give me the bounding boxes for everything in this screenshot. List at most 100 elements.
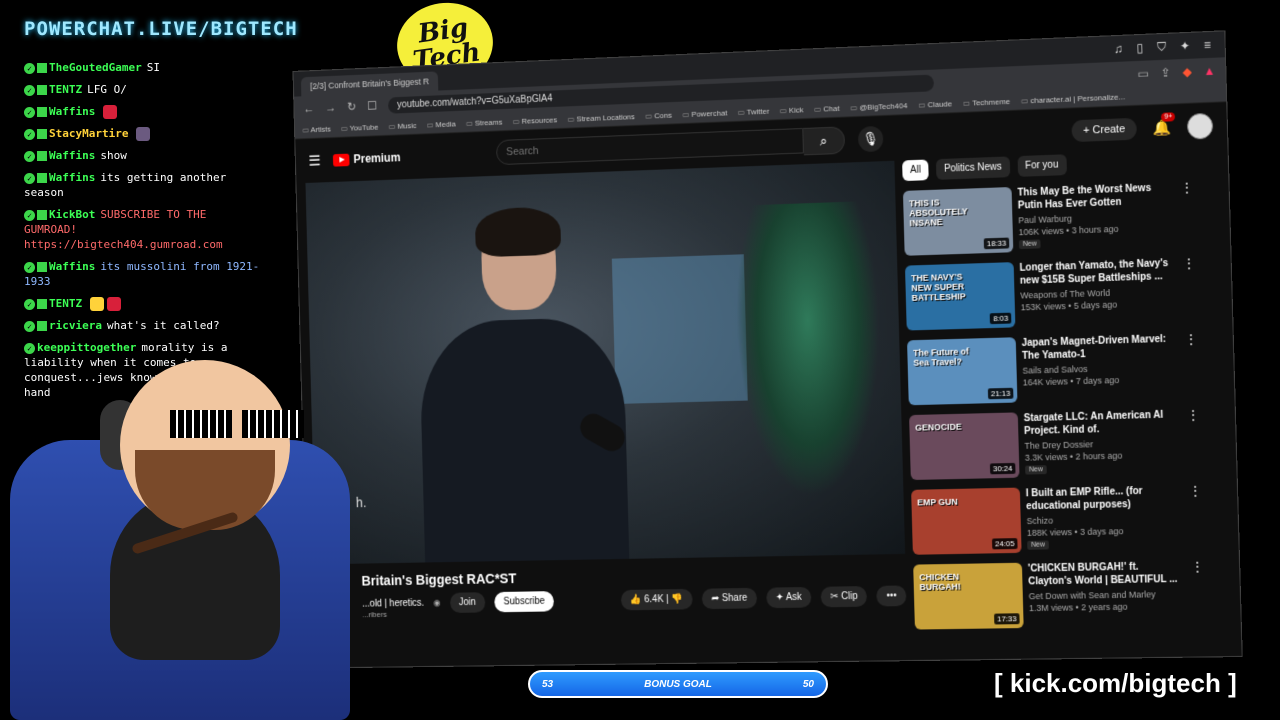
recommendation-channel[interactable]: Schizo <box>1026 513 1180 526</box>
music-icon[interactable]: ♫ <box>1114 41 1123 56</box>
brave-shield-icon[interactable]: ◆ <box>1182 65 1192 79</box>
hamburger-menu-icon[interactable]: ☰ <box>308 152 321 170</box>
bookmark-item[interactable]: Kick <box>780 105 804 115</box>
bookmark-icon[interactable]: ☐ <box>367 99 377 113</box>
video-player[interactable]: h. <box>305 160 906 565</box>
sidebar-icon[interactable]: ▯ <box>1136 40 1143 55</box>
recommendation-channel[interactable]: Get Down with Sean and Marley <box>1029 589 1183 601</box>
forward-icon[interactable]: → <box>325 101 336 115</box>
subscribe-button[interactable]: Subscribe <box>494 591 555 613</box>
search-input[interactable] <box>495 127 804 166</box>
rewards-icon[interactable]: ▲ <box>1203 64 1215 78</box>
recommendation-item[interactable]: THIS IS ABSOLUTELY INSANE 18:33 This May B… <box>902 180 1199 256</box>
verified-icon: ✓ <box>24 62 35 74</box>
bookmark-item[interactable]: Media <box>426 119 455 129</box>
bookmark-item[interactable]: Cons <box>645 110 672 120</box>
more-options-icon[interactable]: ⋮ <box>1179 256 1201 322</box>
mascot-character <box>0 330 380 720</box>
header-actions: + Create 🔔 9+ <box>1071 112 1214 144</box>
join-button[interactable]: Join <box>449 592 486 613</box>
recommendation-title[interactable]: I Built an EMP Rifle... (for educational… <box>1026 484 1180 513</box>
bookmark-item[interactable]: Techmeme <box>963 97 1010 108</box>
search-button[interactable]: ⌕ <box>803 126 845 156</box>
clip-label: Clip <box>841 591 858 603</box>
bookmark-item[interactable]: Twitter <box>738 106 770 116</box>
bookmark-item[interactable]: Resources <box>512 115 557 125</box>
recommendation-views: 164K views • 7 days ago <box>1022 375 1120 388</box>
video-duration: 18:33 <box>983 237 1010 250</box>
bookmark-item[interactable]: YouTube <box>341 122 379 132</box>
recommendation-item[interactable]: GENOCIDE 30:24 Stargate LLC: An American A… <box>909 408 1205 481</box>
recommendation-item[interactable]: The Future of Sea Travel? 21:13 Japan's Ma… <box>907 332 1203 406</box>
create-button[interactable]: + Create <box>1071 117 1138 143</box>
chat-username[interactable]: StacyMartire <box>49 127 128 140</box>
more-actions-button[interactable]: ••• <box>876 585 907 607</box>
bookmark-item[interactable]: Powerchat <box>682 108 727 119</box>
chat-username[interactable]: KickBot <box>49 208 95 221</box>
more-options-icon[interactable]: ⋮ <box>1177 180 1199 246</box>
chip-all[interactable]: All <box>902 159 929 182</box>
chat-username[interactable]: Waffins <box>49 171 95 184</box>
bookmark-item[interactable]: Artists <box>302 124 331 134</box>
share-button[interactable]: ➦ Share <box>701 587 758 610</box>
chip-politics-news[interactable]: Politics News <box>936 156 1010 180</box>
bookmark-item[interactable]: Stream Locations <box>567 112 634 123</box>
voice-search-button[interactable]: 🎙 <box>857 125 884 153</box>
recommendation-title[interactable]: Longer than Yamato, the Navy's new $15B … <box>1019 257 1173 288</box>
recommendation-item[interactable]: THE NAVY'S NEW SUPER BATTLESHIP 8:03 Longe… <box>904 256 1201 331</box>
recommendations-sidebar: All Politics News For you THIS IS ABSOLU… <box>894 149 1209 639</box>
recommendation-title[interactable]: Japan's Magnet-Driven Marvel: The Yamato… <box>1022 333 1176 363</box>
menu-icon[interactable]: ≡ <box>1204 37 1211 52</box>
recommendation-title[interactable]: 'CHICKEN BURGAH!' ft. Clayton's World | … <box>1028 560 1182 588</box>
notifications-button[interactable]: 🔔 9+ <box>1153 112 1176 137</box>
clip-button[interactable]: ✂ Clip <box>820 586 868 608</box>
like-count: 6.4K <box>644 594 664 606</box>
more-options-icon[interactable]: ⋮ <box>1187 560 1209 626</box>
recommendation-title[interactable]: This May Be the Worst News Putin Has Eve… <box>1017 181 1171 212</box>
more-options-icon[interactable]: ⋮ <box>1185 484 1207 550</box>
bookmark-item[interactable]: Streams <box>466 117 503 127</box>
video-thumbnail[interactable]: CHICKEN BURGAH! 17:33 <box>913 562 1024 630</box>
bookmark-item[interactable]: Chat <box>814 103 839 113</box>
ask-button[interactable]: ✦ Ask <box>765 586 812 609</box>
video-thumbnail[interactable]: THIS IS ABSOLUTELY INSANE 18:33 <box>902 186 1014 256</box>
chat-username[interactable]: Waffins <box>49 149 95 162</box>
more-options-icon[interactable]: ⋮ <box>1181 332 1203 398</box>
extensions-icon[interactable]: ✦ <box>1180 38 1190 53</box>
recommendation-title[interactable]: Stargate LLC: An American AI Project. Ki… <box>1024 408 1178 438</box>
thumbs-down-icon[interactable]: | 👎 <box>666 594 683 605</box>
screen-icon[interactable]: ▭ <box>1137 66 1149 80</box>
chat-message: ✓ StacyMartire <box>24 126 264 141</box>
avatar[interactable] <box>1186 112 1214 140</box>
recommendation-channel[interactable]: The Drey Dossier <box>1024 437 1178 450</box>
more-options-icon[interactable]: ⋮ <box>1183 408 1205 474</box>
bookmark-item[interactable]: @BigTech404 <box>850 101 907 112</box>
window-tools: ♫ ▯ ⛉ ✦ ≡ <box>1114 37 1225 57</box>
chat-username[interactable]: Waffins <box>49 105 95 118</box>
back-icon[interactable]: ← <box>303 102 314 116</box>
browser-window: [2/3] Confront Britain's Biggest R ♫ ▯ ⛉… <box>292 30 1243 669</box>
video-actions: 👍 6.4K | 👎 ➦ Share ✦ Ask ✂ Clip ••• <box>620 585 907 611</box>
chat-username[interactable]: TheGoutedGamer <box>49 61 142 74</box>
reload-icon[interactable]: ↻ <box>347 100 357 114</box>
chat-username[interactable]: Waffins <box>49 260 95 273</box>
video-duration: 17:33 <box>994 613 1020 625</box>
chip-for-you[interactable]: For you <box>1017 154 1067 177</box>
badge-icon <box>37 129 47 139</box>
youtube-logo[interactable]: Premium <box>333 151 401 167</box>
bookmark-item[interactable]: Claude <box>918 99 952 109</box>
video-thumbnail[interactable]: EMP GUN 24:05 <box>911 487 1022 555</box>
video-thumbnail[interactable]: The Future of Sea Travel? 21:13 <box>907 337 1018 406</box>
bookmark-item[interactable]: Music <box>388 121 416 131</box>
bookmark-item[interactable]: character.ai | Personalize... <box>1021 92 1125 105</box>
chat-username[interactable]: TENTZ <box>49 83 82 96</box>
video-thumbnail[interactable]: GENOCIDE 30:24 <box>909 412 1020 481</box>
chat-username[interactable]: TENTZ <box>49 297 82 310</box>
recommendation-item[interactable]: EMP GUN 24:05 I Built an EMP Rifle... (for… <box>911 484 1207 555</box>
video-thumbnail[interactable]: THE NAVY'S NEW SUPER BATTLESHIP 8:03 <box>904 262 1016 331</box>
recommendation-item[interactable]: CHICKEN BURGAH! 17:33 'CHICKEN BURGAH!' ft… <box>913 560 1209 630</box>
verified-icon: ✓ <box>24 261 35 273</box>
like-button[interactable]: 👍 6.4K | 👎 <box>620 588 693 611</box>
share-icon[interactable]: ⇪ <box>1160 66 1170 80</box>
shield-icon[interactable]: ⛉ <box>1157 39 1166 54</box>
